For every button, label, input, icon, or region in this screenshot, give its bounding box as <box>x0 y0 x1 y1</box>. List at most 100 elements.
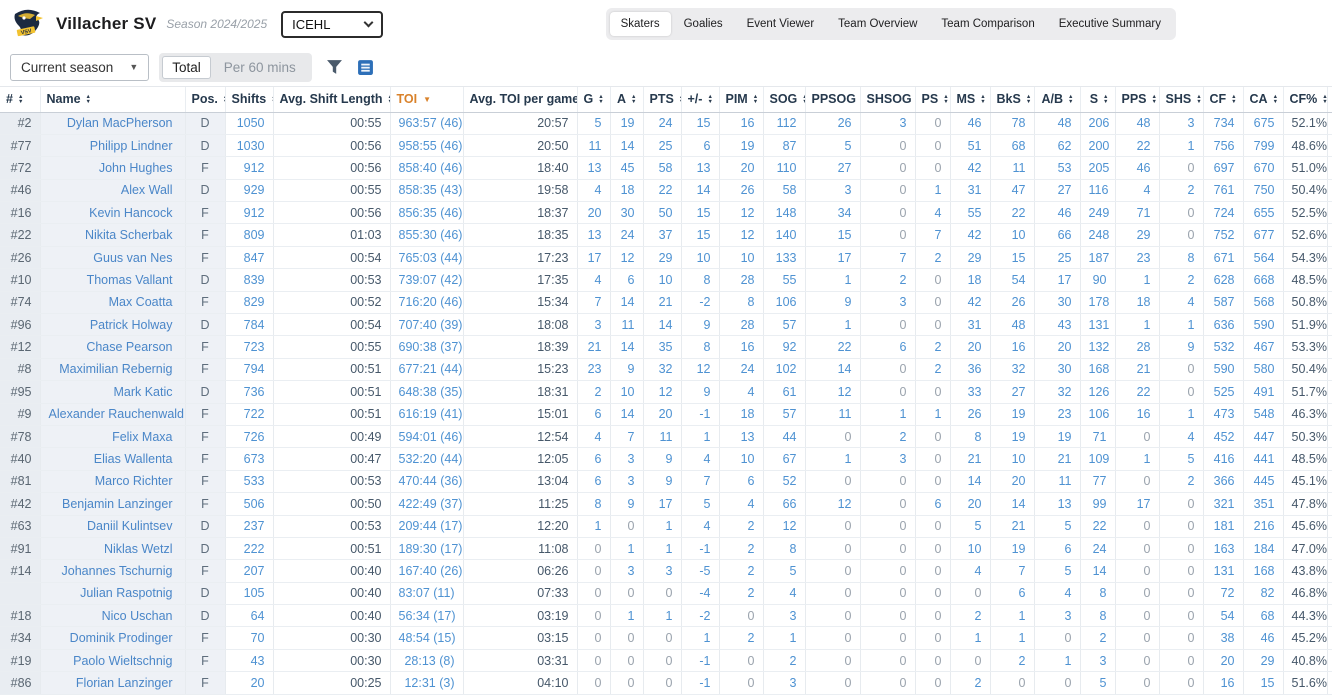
column-header-ms[interactable]: MS▲▼ <box>950 87 990 112</box>
column-header-ab[interactable]: A/B▲▼ <box>1034 87 1080 112</box>
report-book-icon[interactable] <box>357 59 374 76</box>
column-header-cf_pct[interactable]: CF%▲▼ <box>1283 87 1327 112</box>
player-name-link[interactable]: Felix Maxa <box>112 430 172 444</box>
tab-team-comparison[interactable]: Team Comparison <box>930 12 1045 36</box>
player-name-link[interactable]: Thomas Vallant <box>87 273 173 287</box>
player-name-link[interactable]: Elias Wallenta <box>94 452 173 466</box>
tab-executive-summary[interactable]: Executive Summary <box>1048 12 1172 36</box>
player-name-link[interactable]: Johannes Tschurnig <box>62 564 173 578</box>
column-header-avg_shift_length[interactable]: Avg. Shift Length▲▼ <box>273 87 390 112</box>
player-name-link[interactable]: John Hughes <box>99 161 173 175</box>
cell-bks: 48 <box>990 314 1034 336</box>
player-name-link[interactable]: Dylan MacPherson <box>67 116 173 130</box>
cell-ms: 5 <box>950 515 990 537</box>
column-header-shsog[interactable]: SHSOG▲▼ <box>860 87 915 112</box>
cell-ab: 6 <box>1034 537 1080 559</box>
player-name-link[interactable]: Benjamin Lanzinger <box>62 497 173 511</box>
cell-name: Alexander Rauchenwald <box>40 403 185 425</box>
mode-total-button[interactable]: Total <box>162 56 211 79</box>
player-name-link[interactable]: Patrick Holway <box>90 318 173 332</box>
tab-team-overview[interactable]: Team Overview <box>827 12 928 36</box>
column-header-sog[interactable]: SOG▲▼ <box>763 87 805 112</box>
player-name-link[interactable]: Paolo Wieltschnig <box>73 654 172 668</box>
column-header-x_clipped[interactable]: x▲▼ <box>1327 87 1332 112</box>
cell-avg_shift_length: 00:55 <box>273 179 390 201</box>
cell-avg_shift_length: 00:54 <box>273 314 390 336</box>
column-header-g[interactable]: G▲▼ <box>577 87 610 112</box>
cell-ca: 568 <box>1243 291 1283 313</box>
cell-num: #26 <box>0 246 40 268</box>
player-name-link[interactable]: Marco Richter <box>95 474 173 488</box>
column-header-num[interactable]: #▲▼ <box>0 87 40 112</box>
column-header-a[interactable]: A▲▼ <box>610 87 643 112</box>
cell-s: 2 <box>1080 627 1115 649</box>
cell-avg_shift_length: 00:49 <box>273 425 390 447</box>
player-name-link[interactable]: Alexander Rauchenwald <box>49 407 185 421</box>
column-header-avg_toi_per_game[interactable]: Avg. TOI per game▲▼ <box>463 87 577 112</box>
player-name-link[interactable]: Julian Raspotnig <box>80 586 172 600</box>
cell-ms: 1 <box>950 627 990 649</box>
league-select[interactable]: ICEHL <box>281 11 383 38</box>
player-name-link[interactable]: Niklas Wetzl <box>104 542 173 556</box>
tab-event-viewer[interactable]: Event Viewer <box>736 12 826 36</box>
column-header-bks[interactable]: BkS▲▼ <box>990 87 1034 112</box>
column-header-shs[interactable]: SHS▲▼ <box>1159 87 1203 112</box>
tab-skaters[interactable]: Skaters <box>610 12 671 36</box>
player-name-link[interactable]: Kevin Hancock <box>89 206 172 220</box>
player-name-link[interactable]: Alex Wall <box>121 183 173 197</box>
player-name-link[interactable]: Philipp Lindner <box>90 139 173 153</box>
column-header-pim[interactable]: PIM▲▼ <box>719 87 763 112</box>
cell-bks: 54 <box>990 269 1034 291</box>
player-name-link[interactable]: Guus van Nes <box>93 251 172 265</box>
player-name-link[interactable]: Dominik Prodinger <box>70 631 173 645</box>
cell-toi: 209:44 (17) <box>390 515 463 537</box>
player-name-link[interactable]: Mark Katic <box>113 385 172 399</box>
mode-per60-button[interactable]: Per 60 mins <box>211 57 309 78</box>
column-header-ps[interactable]: PS▲▼ <box>915 87 950 112</box>
player-name-link[interactable]: Max Coatta <box>109 295 173 309</box>
cell-num: #63 <box>0 515 40 537</box>
column-header-ppsog[interactable]: PPSOG▲▼ <box>805 87 860 112</box>
cell-shs: 0 <box>1159 381 1203 403</box>
cell-g: 6 <box>577 448 610 470</box>
cell-avg_toi_per_game: 19:58 <box>463 179 577 201</box>
column-header-name[interactable]: Name▲▼ <box>40 87 185 112</box>
column-header-pps[interactable]: PPS▲▼ <box>1115 87 1159 112</box>
sort-icon: ▲▼ <box>1152 95 1157 104</box>
column-header-toi[interactable]: TOI▼ <box>390 87 463 112</box>
cell-shs: 0 <box>1159 202 1203 224</box>
cell-ppsog: 0 <box>805 470 860 492</box>
cell-bks: 78 <box>990 112 1034 134</box>
column-header-shifts[interactable]: Shifts▲▼ <box>225 87 273 112</box>
column-header-ca[interactable]: CA▲▼ <box>1243 87 1283 112</box>
cell-toi: 470:44 (36) <box>390 470 463 492</box>
cell-ab: 32 <box>1034 381 1080 403</box>
player-name-link[interactable]: Nico Uschan <box>102 609 173 623</box>
player-name-link[interactable]: Maximilian Rebernig <box>59 362 172 376</box>
cell-shifts: 533 <box>225 470 273 492</box>
column-header-s[interactable]: S▲▼ <box>1080 87 1115 112</box>
cell-shifts: 839 <box>225 269 273 291</box>
season-filter-dropdown[interactable]: Current season ▼ <box>10 54 149 81</box>
cell-sog: 133 <box>763 246 805 268</box>
cell-a: 3 <box>610 560 643 582</box>
cell-ms: 21 <box>950 448 990 470</box>
cell-cf_pct: 46.8% <box>1283 582 1327 604</box>
cell-bks: 20 <box>990 470 1034 492</box>
player-name-link[interactable]: Chase Pearson <box>86 340 172 354</box>
tab-goalies[interactable]: Goalies <box>673 12 734 36</box>
cell-shsog: 0 <box>860 314 915 336</box>
cell-name: Patrick Holway <box>40 314 185 336</box>
cell-cf: 734 <box>1203 112 1243 134</box>
column-header-pts[interactable]: PTS▲▼ <box>643 87 681 112</box>
cell-bks: 21 <box>990 515 1034 537</box>
player-name-link[interactable]: Florian Lanzinger <box>76 676 173 690</box>
column-header-cf[interactable]: CF▲▼ <box>1203 87 1243 112</box>
cell-sog: 112 <box>763 112 805 134</box>
player-name-link[interactable]: Nikita Scherbak <box>85 228 173 242</box>
column-header-plus_minus[interactable]: +/-▲▼ <box>681 87 719 112</box>
column-header-pos[interactable]: Pos.▲▼ <box>185 87 225 112</box>
player-name-link[interactable]: Daniil Kulintsev <box>87 519 172 533</box>
filter-funnel-icon[interactable] <box>326 59 343 76</box>
cell-avg_shift_length: 00:51 <box>273 403 390 425</box>
